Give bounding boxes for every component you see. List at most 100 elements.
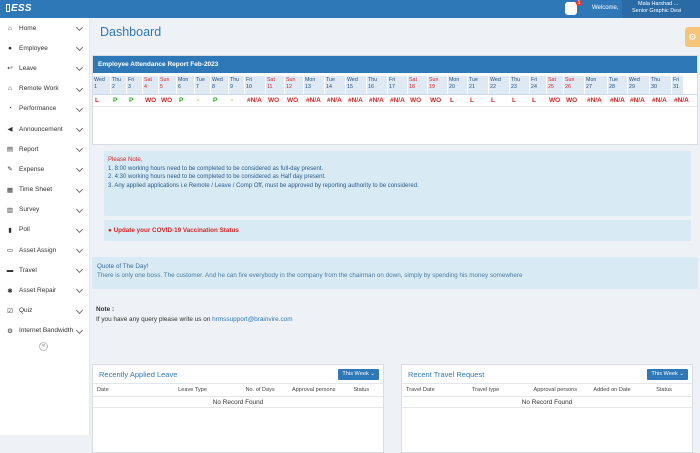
table-column-header: Travel type [471,387,500,393]
sidebar-collapse-button[interactable]: « [39,342,48,351]
covid-vaccination-alert[interactable]: ● Update your COVID-19 Vaccination Statu… [104,220,691,241]
attendance-status-cell: WO [566,97,578,104]
attendance-day-cell: Sat 25 [547,76,564,94]
attendance-scroll-area[interactable] [93,107,697,127]
settings-gear-icon[interactable]: ⚙ [685,27,700,47]
chevron-down-icon [75,326,84,334]
megaphone-icon: ◀ [7,126,13,134]
day-number: 16 [368,84,374,90]
day-number: 13 [305,84,311,90]
attendance-status-cell: #N/A [390,97,405,104]
leave-empty-state: No Record Found [93,397,383,408]
chevron-down-icon [75,104,84,112]
sidebar-item-expense[interactable]: ✎ Expense [0,159,89,179]
attendance-day-cell: Sat 18 [408,76,428,94]
attendance-status-cell: #N/A [348,97,363,104]
policy-note-line: 3. Any applied applications i.e Remote /… [108,182,419,189]
sidebar-item-label: Internet Bandwidth [19,327,74,335]
day-number: 21 [469,84,475,90]
attendance-status-cell: WO [410,97,422,104]
day-name: Fri [673,77,680,83]
attendance-day-cell: Thu 23 [510,76,530,94]
day-name: Sun [565,77,575,83]
policy-note-box: Please Note, 1. 8:00 working hours need … [104,151,691,216]
attendance-day-cell: Thu 30 [650,76,672,94]
attendance-day-cell: Tue 7 [195,76,211,94]
attendance-day-cell: Sun 12 [285,76,304,94]
policy-note-heading: Please Note, [108,157,143,163]
sidebar-item-travel[interactable]: ▬ Travel [0,260,89,280]
day-number: 8 [212,84,215,90]
report-icon: ▤ [6,146,14,154]
table-column-header: Status [656,387,672,393]
day-number: 22 [490,84,496,90]
attendance-day-cell: Thu 2 [111,76,127,94]
day-number: 7 [196,84,199,90]
leave-week-filter-dropdown[interactable]: This Week ⌄ [338,369,379,380]
sidebar-item-report[interactable]: ▤ Report [0,139,89,159]
day-name: Thu [651,77,661,83]
day-name: Fri [531,77,538,83]
sidebar-item-announcement[interactable]: ◀ Announcement [0,119,89,139]
attendance-status-cell: WO [549,97,561,104]
day-name: Tue [326,77,335,83]
attendance-status-cell: #N/A [327,97,342,104]
sidebar-item-label: Asset Repair [19,287,57,295]
day-name: Mon [586,77,597,83]
day-number: 30 [651,84,657,90]
covid-link[interactable]: Update your COVID-19 Vaccination Status [114,227,239,234]
attendance-status-cell: #N/A [587,97,602,104]
sidebar-item-label: Announcement [19,125,63,133]
leave-icon: ↩ [7,65,13,73]
sidebar-item-performance[interactable]: ◔ Performance [0,99,89,119]
sidebar-item-asset-assign[interactable]: ▭ Asset Assign [0,240,89,260]
user-menu[interactable]: Mala Harshad ... Senior Graphic Desi [622,0,700,18]
sidebar-item-survey[interactable]: ▥ Survey [0,200,89,220]
contact-note-text: If you have any query please write us on [96,316,211,323]
attendance-day-cell: Wed 22 [489,76,510,94]
sidebar-item-remote-work[interactable]: ⌂ Remote Work [0,79,89,99]
attendance-status-cell: #N/A [610,97,625,104]
table-column-header: Approval persons [533,387,578,393]
sidebar-item-poll[interactable]: ▮ Poll [0,220,89,240]
attendance-day-cell: Fri 3 [127,76,143,94]
attendance-status-cell: P [179,97,184,104]
remote-icon: ⌂ [8,85,12,93]
attendance-status-cell: L [532,97,536,104]
sidebar-item-employee[interactable]: ● Employee [0,38,89,58]
travel-week-filter-label: This Week [651,371,678,377]
recent-leave-title: Recently Applied Leave [99,370,178,379]
policy-note-line: 2. 4:30 working hours need to be complet… [108,174,326,181]
sidebar-item-time-sheet[interactable]: ▦ Time Sheet [0,180,89,200]
support-email-link[interactable]: hrmssupport@brainvire.com [212,316,292,323]
sidebar-item-home[interactable]: ⌂ Home [0,18,89,38]
day-name: Mon [178,77,189,83]
sidebar-item-quiz[interactable]: ☑ Quiz [0,301,89,321]
attendance-day-cell: Fri 31 [672,76,684,94]
day-number: 3 [128,84,131,90]
day-name: Mon [305,77,316,83]
attendance-status-cell: WO [161,97,173,104]
app-logo[interactable]: ESS [6,3,32,14]
wrench-icon: ✱ [7,287,13,295]
day-number: 15 [347,84,353,90]
sidebar-item-leave[interactable]: ↩ Leave [0,58,89,78]
day-name: Sat [548,77,556,83]
table-column-header: Status [353,387,370,393]
attendance-day-cell: Wed 1 [93,76,111,94]
sidebar-item-label: Quiz [19,307,33,315]
day-number: 6 [178,84,181,90]
day-number: 28 [609,84,615,90]
sidebar-item-asset-repair[interactable]: ✱ Asset Repair [0,280,89,300]
sidebar-item-internet-bandwidth[interactable]: ⚙ Internet Bandwidth [0,321,89,341]
sidebar-item-label: Poll [19,226,30,234]
page-title: Dashboard [100,25,162,39]
chevron-down-icon: ⌄ [679,371,684,377]
chevron-down-icon [75,124,84,132]
attendance-day-cell: Wed 8 [211,76,229,94]
day-name: Sun [160,77,170,83]
travel-empty-state: No Record Found [402,397,692,408]
day-number: 1 [94,84,97,90]
day-name: Mon [449,77,460,83]
travel-week-filter-dropdown[interactable]: This Week ⌄ [647,369,688,380]
